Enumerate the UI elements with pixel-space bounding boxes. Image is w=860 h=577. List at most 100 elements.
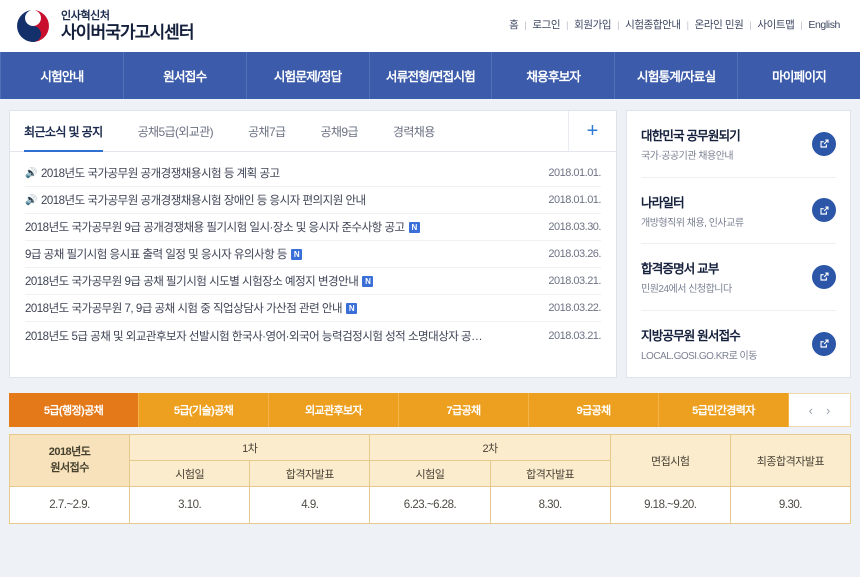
news-item-title: 2018년도 5급 공채 및 외교관후보자 선발시험 한국사·영어·외국어 능력… [25,330,483,343]
new-badge-icon: N [291,248,302,260]
news-item-title: 2018년도 국가공무원 7, 9급 공채 시험 중 직업상담사 가산점 관련 … [25,303,343,315]
nav-item-exam-info[interactable]: 시험안내 [0,52,124,99]
news-list-item[interactable]: 2018년도 국가공무원 9급 공채 필기시험 시도별 시험장소 예정지 변경안… [25,268,601,295]
news-item-date: 2018.03.21. [548,275,601,287]
table-subheader-stage2-date: 시험일 [369,460,491,487]
table-subheader-stage1-result: 합격자발표 [249,460,371,487]
utility-link-sitemap[interactable]: 사이트맵 [751,17,800,32]
table-header-interview: 면접시험 [609,434,731,487]
news-list-item[interactable]: 2018년도 국가공무원 9급 공개경쟁채용 필기시험 일시·장소 및 응시자 … [25,214,601,241]
news-item-title: 2018년도 국가공무원 9급 공채 필기시험 시도별 시험장소 예정지 변경안… [25,276,359,288]
quick-link-title: 합격증명서 교부 [641,262,719,277]
utility-link-online-civil[interactable]: 온라인 민원 [689,17,750,32]
news-list-item[interactable]: 2018년도 5급 공채 및 외교관후보자 선발시험 한국사·영어·외국어 능력… [25,322,601,349]
utility-nav: 홈 | 로그인 | 회원가입 | 시험종합안내 | 온라인 민원 | 사이트맵 | Engl… [503,17,846,32]
news-item-title-wrap: 2018년도 5급 공채 및 외교관후보자 선발시험 한국사·영어·외국어 능력… [25,328,538,344]
cell-application-period: 2.7.~2.9. [8,486,131,524]
table-header-stage2: 2차 [369,434,611,461]
table-subheader-stage2-result: 합격자발표 [489,460,611,487]
news-item-title-wrap: 9급 공채 필기시험 응시표 출력 일정 및 응시자 유의사항 등 N [25,246,538,262]
news-item-title-wrap: 2018년도 국가공무원 7, 9급 공채 시험 중 직업상담사 가산점 관련 … [25,300,538,316]
news-item-date: 2018.03.22. [548,302,601,314]
logo-site-name: 사이버국가고시센터 [61,22,195,42]
quick-link-become-officer[interactable]: 대한민국 공무원되기 국가·공공기관 채용안내 [641,111,836,178]
utility-link-login[interactable]: 로그인 [526,17,566,32]
nav-item-mypage[interactable]: 마이페이지 [738,52,860,99]
nav-item-statistics[interactable]: 시험통계/자료실 [615,52,739,99]
news-item-date: 2018.03.21. [548,329,601,342]
nav-item-interview[interactable]: 서류전형/면접시험 [370,52,493,99]
news-more-button[interactable]: + [568,111,616,151]
news-item-title-wrap: 🔊 2018년도 국가공무원 공개경쟁채용시험 등 계획 공고 [25,165,538,181]
news-list-item[interactable]: 2018년도 국가공무원 7, 9급 공채 시험 중 직업상담사 가산점 관련 … [25,295,601,322]
quick-link-local-application[interactable]: 지방공무원 원서접수 LOCAL.GOSI.GO.KR로 이동 [641,311,836,378]
main-navigation: 시험안내 원서접수 시험문제/정답 서류전형/면접시험 채용후보자 시험통계/자… [0,52,860,99]
schedule-tab-level5-tech[interactable]: 5급(기술)공채 [139,393,269,427]
schedule-tab-level9[interactable]: 9급공채 [529,393,659,427]
table-header-row: 2018년도 원서접수 1차 2차 면접시험 최종합격자발표 [8,434,852,487]
external-link-icon[interactable] [812,264,836,289]
quick-link-subtitle: 민원24에서 신청합니다 [641,284,732,296]
table-header-application-line2: 원서접수 [50,461,89,474]
nav-item-application[interactable]: 원서접수 [124,52,247,99]
schedule-tab-diplomat[interactable]: 외교관후보자 [269,393,399,427]
speaker-icon: 🔊 [25,194,37,206]
schedule-tab-level5-admin[interactable]: 5급(행정)공채 [9,393,139,427]
schedule-section: 5급(행정)공채 5급(기술)공채 외교관후보자 7급공채 9급공채 5급민간경… [0,378,860,524]
utility-link-exam-guide[interactable]: 시험종합안내 [619,17,687,32]
table-header-application: 2018년도 원서접수 [8,434,131,487]
news-list-item[interactable]: 9급 공채 필기시험 응시표 출력 일정 및 응시자 유의사항 등 N 2018… [25,241,601,268]
utility-link-english[interactable]: English [802,19,846,31]
schedule-tab-level7[interactable]: 7급공채 [399,393,529,427]
news-tab-bar: 최근소식 및 공지 공채5급(외교관) 공채7급 공채9급 경력채용 + [10,111,616,152]
news-panel: 최근소식 및 공지 공채5급(외교관) 공채7급 공채9급 경력채용 + 🔊 2… [9,110,617,378]
new-badge-icon: N [346,302,358,314]
news-item-title-wrap: 🔊 2018년도 국가공무원 공개경쟁채용시험 장애인 등 응시자 편의지원 안… [25,192,538,208]
quick-link-subtitle: 국가·공공기관 채용안내 [641,151,734,163]
external-link-icon[interactable] [812,331,836,356]
prev-arrow-icon[interactable]: ‹ [809,403,813,418]
news-item-date: 2018.03.26. [548,248,601,260]
cell-stage2-date: 6.23.~6.28. [369,486,491,524]
quick-link-subtitle: LOCAL.GOSI.GO.KR로 이동 [641,351,757,363]
cell-interview-date: 9.18.~9.20. [609,486,731,524]
schedule-tab-private-career[interactable]: 5급민간경력자 [659,393,789,427]
utility-link-home[interactable]: 홈 [503,17,524,32]
cell-final-result: 9.30. [729,486,852,524]
news-item-date: 2018.03.30. [548,221,601,233]
new-badge-icon: N [362,275,374,287]
nav-item-candidates[interactable]: 채용후보자 [492,52,616,99]
quick-link-title: 나라일터 [641,195,685,210]
next-arrow-icon[interactable]: › [826,403,830,418]
news-tab-level5[interactable]: 공채5급(외교관) [138,111,231,151]
news-list-item[interactable]: 🔊 2018년도 국가공무원 공개경쟁채용시험 등 계획 공고 2018.01.… [25,160,601,187]
news-item-title-wrap: 2018년도 국가공무원 9급 공개경쟁채용 필기시험 일시·장소 및 응시자 … [25,219,538,235]
table-header-stage1: 1차 [129,434,371,461]
table-row: 2.7.~2.9. 3.10. 4.9. 6.23.~6.28. 8.30. 9… [8,486,852,524]
quick-link-title: 지방공무원 원서접수 [641,329,741,344]
quick-link-certificate[interactable]: 합격증명서 교부 민원24에서 신청합니다 [641,244,836,311]
korea-government-emblem-icon [14,7,52,45]
news-tab-level7[interactable]: 공채7급 [248,111,302,151]
utility-link-signup[interactable]: 회원가입 [568,17,617,32]
external-link-icon[interactable] [812,198,836,223]
quick-links-panel: 대한민국 공무원되기 국가·공공기관 채용안내 나라일터 개방형직위 채용, 인… [626,110,851,378]
news-tab-level9[interactable]: 공채9급 [320,111,374,151]
cell-stage1-date: 3.10. [129,486,251,524]
news-item-title: 2018년도 국가공무원 공개경쟁채용시험 장애인 등 응시자 편의지원 안내 [40,195,366,207]
site-logo[interactable]: 인사혁신처 사이버국가고시센터 [14,7,195,45]
schedule-tab-bar: 5급(행정)공채 5급(기술)공채 외교관후보자 7급공채 9급공채 5급민간경… [9,393,851,427]
nav-item-questions[interactable]: 시험문제/정답 [247,52,370,99]
logo-org-name: 인사혁신처 [61,10,110,23]
news-list-item[interactable]: 🔊 2018년도 국가공무원 공개경쟁채용시험 장애인 등 응시자 편의지원 안… [25,187,601,214]
news-tab-recent[interactable]: 최근소식 및 공지 [24,111,120,152]
quick-link-narailteo[interactable]: 나라일터 개방형직위 채용, 인사교류 [641,178,836,244]
news-tab-career[interactable]: 경력채용 [393,111,452,151]
content-area: 최근소식 및 공지 공채5급(외교관) 공채7급 공채9급 경력채용 + 🔊 2… [0,99,860,378]
table-header-final: 최종합격자발표 [729,434,852,487]
external-link-icon[interactable] [812,131,836,156]
schedule-table: 2018년도 원서접수 1차 2차 면접시험 최종합격자발표 시험일 합격자발표… [8,434,852,524]
quick-link-title: 대한민국 공무원되기 [641,129,741,144]
cell-stage2-result: 8.30. [489,486,611,524]
site-header: 인사혁신처 사이버국가고시센터 홈 | 로그인 | 회원가입 | 시험종합안내 | 온라… [0,0,860,52]
